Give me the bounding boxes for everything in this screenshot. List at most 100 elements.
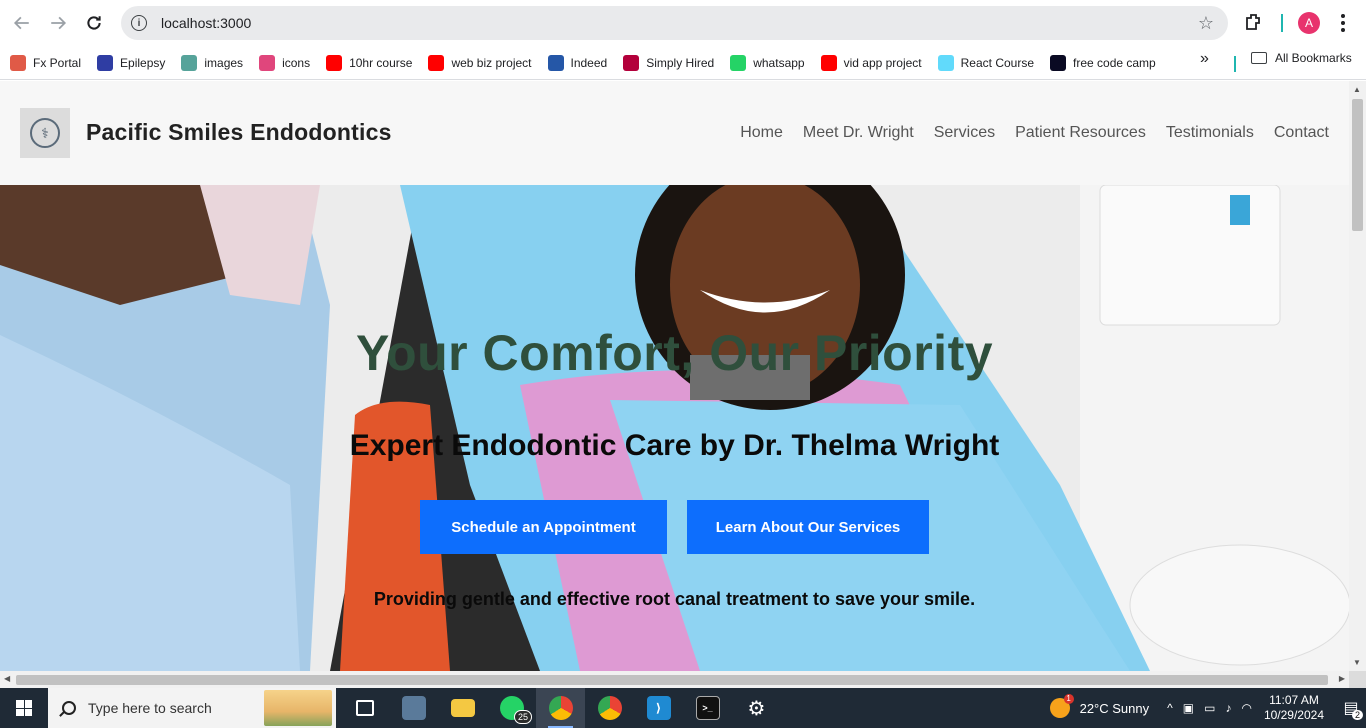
bookmarks-divider bbox=[1234, 56, 1236, 72]
schedule-appointment-button[interactable]: Schedule an Appointment bbox=[420, 500, 667, 554]
taskbar-apps: 25 ⟩ >_ ⚙ bbox=[340, 688, 781, 728]
scrollbar-corner bbox=[1349, 671, 1366, 688]
d-icon bbox=[181, 54, 198, 71]
learn-services-button[interactable]: Learn About Our Services bbox=[687, 500, 929, 554]
yahoo-icon bbox=[97, 54, 114, 71]
windows-taskbar: Type here to search 25 ⟩ >_ ⚙ 1 22°C Sun… bbox=[0, 688, 1366, 728]
taskbar-app-chrome-a[interactable] bbox=[536, 688, 585, 728]
terminal-icon: >_ bbox=[695, 696, 720, 720]
all-bookmarks-button[interactable]: All Bookmarks bbox=[1251, 51, 1352, 65]
react-icon bbox=[259, 54, 276, 71]
gear-icon: ⚙ bbox=[747, 697, 766, 720]
url-text: localhost:3000 bbox=[161, 15, 252, 31]
forward-arrow-icon bbox=[51, 16, 67, 30]
taskbar-app-terminal[interactable]: >_ bbox=[683, 688, 732, 728]
network-icon[interactable]: ◠ bbox=[1241, 701, 1251, 715]
forward-button[interactable] bbox=[40, 5, 76, 41]
browser-toolbar: i localhost:3000 ☆ A bbox=[0, 0, 1366, 46]
taskbar-clock[interactable]: 11:07 AM 10/29/2024 bbox=[1264, 693, 1324, 723]
horizontal-scrollbar[interactable]: ◀ ▶ bbox=[0, 671, 1349, 688]
page-viewport: ⚕ Pacific Smiles Endodontics Home Meet D… bbox=[0, 81, 1349, 671]
bookmark-item[interactable]: images bbox=[181, 50, 251, 76]
folder-icon bbox=[1251, 52, 1267, 64]
scroll-left-icon[interactable]: ◀ bbox=[4, 674, 10, 683]
bookmark-item[interactable]: 10hr course bbox=[326, 50, 420, 76]
indeed-icon bbox=[547, 54, 564, 71]
bookmark-item[interactable]: icons bbox=[259, 50, 318, 76]
reload-button[interactable] bbox=[76, 5, 112, 41]
bookmark-label: vid app project bbox=[843, 55, 922, 70]
hero-subtitle: Expert Endodontic Care by Dr. Thelma Wri… bbox=[349, 429, 1000, 462]
bookmark-item[interactable]: web biz project bbox=[428, 50, 539, 76]
nav-patient-resources[interactable]: Patient Resources bbox=[1015, 124, 1146, 142]
back-button[interactable] bbox=[4, 5, 40, 41]
scroll-down-icon[interactable]: ▼ bbox=[1353, 658, 1361, 667]
start-button[interactable] bbox=[0, 688, 48, 728]
task-view-button[interactable] bbox=[340, 688, 389, 728]
extensions-icon[interactable] bbox=[1243, 11, 1265, 33]
volume-icon[interactable]: ♪ bbox=[1225, 701, 1231, 715]
taskbar-app-file-explorer[interactable] bbox=[438, 688, 487, 728]
taskbar-app-photos[interactable] bbox=[389, 688, 438, 728]
bookmark-item[interactable]: Fx Portal bbox=[10, 50, 89, 76]
bookmark-item[interactable]: Epilepsy bbox=[97, 50, 173, 76]
nav-contact[interactable]: Contact bbox=[1274, 124, 1329, 142]
browser-menu-icon[interactable] bbox=[1336, 11, 1350, 35]
address-bar[interactable]: i localhost:3000 ☆ bbox=[121, 6, 1228, 40]
vertical-scroll-thumb[interactable] bbox=[1352, 99, 1363, 231]
bookmarks-overflow-button[interactable]: » bbox=[1200, 50, 1209, 68]
meet-now-icon[interactable]: ▣ bbox=[1183, 701, 1194, 715]
windows-logo-icon bbox=[16, 700, 32, 716]
notification-center-button[interactable]: ▤ 2 bbox=[1336, 688, 1366, 728]
profile-avatar[interactable]: A bbox=[1298, 12, 1320, 34]
weather-widget[interactable]: 22°C Sunny bbox=[1049, 694, 1149, 718]
battery-icon[interactable]: ▭ bbox=[1204, 701, 1215, 715]
bookmark-item[interactable]: React Course bbox=[937, 50, 1042, 76]
site-info-icon[interactable]: i bbox=[131, 15, 147, 31]
toolbar-divider bbox=[1281, 14, 1283, 32]
bookmark-label: web biz project bbox=[451, 55, 532, 70]
bookmark-label: React Course bbox=[960, 55, 1035, 70]
bookmark-item[interactable]: whatsapp bbox=[730, 50, 812, 76]
bookmark-label: Indeed bbox=[570, 55, 608, 70]
taskbar-app-chrome-m[interactable] bbox=[585, 688, 634, 728]
back-arrow-icon bbox=[13, 16, 29, 30]
whatsapp-unread-badge: 25 bbox=[513, 710, 532, 724]
scroll-right-icon[interactable]: ▶ bbox=[1339, 674, 1345, 683]
chevron-up-icon[interactable]: ^ bbox=[1167, 701, 1173, 715]
site-logo[interactable]: ⚕ bbox=[20, 108, 70, 158]
fcc-icon bbox=[1050, 54, 1067, 71]
nav-meet-dr-wright[interactable]: Meet Dr. Wright bbox=[803, 124, 914, 142]
nav-services[interactable]: Services bbox=[934, 124, 995, 142]
system-tray: 22°C Sunny ^ ▣ ▭ ♪ ◠ 11:07 AM 10/29/2024… bbox=[1049, 688, 1366, 728]
bookmark-item[interactable]: vid app project bbox=[820, 50, 930, 76]
s-icon bbox=[623, 54, 640, 71]
notification-count: 2 bbox=[1351, 710, 1363, 720]
bookmarks-bar: Fx Portal Epilepsy images icons 10hr course w… bbox=[0, 46, 1366, 80]
taskbar-app-settings[interactable]: ⚙ bbox=[732, 688, 781, 728]
youtube-icon bbox=[820, 54, 837, 71]
horizontal-scroll-thumb[interactable] bbox=[16, 675, 1328, 685]
bookmark-item[interactable]: Indeed bbox=[547, 50, 616, 76]
sun-icon bbox=[1049, 694, 1074, 718]
taskbar-app-vscode[interactable]: ⟩ bbox=[634, 688, 683, 728]
bookmark-label: 10hr course bbox=[349, 55, 413, 70]
bookmark-label: whatsapp bbox=[753, 55, 805, 70]
task-view-icon bbox=[355, 700, 374, 716]
vertical-scrollbar[interactable]: ▲ ▼ bbox=[1349, 81, 1366, 671]
bookmark-star-icon[interactable]: ☆ bbox=[1198, 13, 1214, 34]
taskbar-app-whatsapp[interactable]: 25 bbox=[487, 688, 536, 728]
nav-home[interactable]: Home bbox=[740, 124, 783, 142]
brand-name[interactable]: Pacific Smiles Endodontics bbox=[86, 119, 392, 146]
nav-testimonials[interactable]: Testimonials bbox=[1166, 124, 1254, 142]
hero-content: Your Comfort, Our Priority Expert Endodo… bbox=[0, 185, 1349, 671]
tray-icons: ^ ▣ ▭ ♪ ◠ bbox=[1167, 701, 1252, 715]
tooth-icon: ⚕ bbox=[30, 118, 60, 148]
bookmark-item[interactable]: Simply Hired bbox=[623, 50, 722, 76]
whatsapp-icon bbox=[730, 54, 747, 71]
taskbar-search-box[interactable]: Type here to search bbox=[48, 688, 336, 728]
bookmark-item[interactable]: free code camp bbox=[1050, 50, 1164, 76]
scroll-up-icon[interactable]: ▲ bbox=[1353, 85, 1361, 94]
site-header: ⚕ Pacific Smiles Endodontics Home Meet D… bbox=[0, 81, 1349, 185]
main-nav: Home Meet Dr. Wright Services Patient Re… bbox=[740, 124, 1329, 142]
